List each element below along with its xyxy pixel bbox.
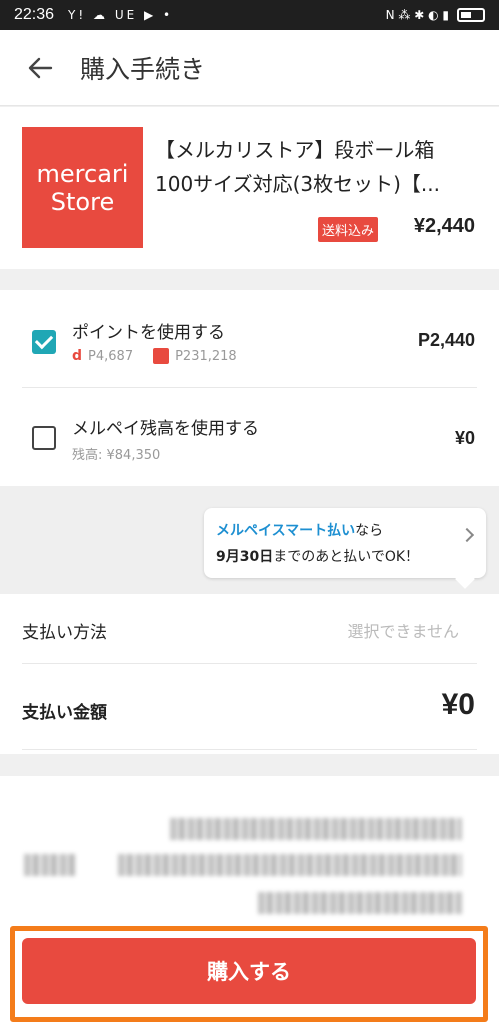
logo-text-1: mercari: [36, 159, 129, 188]
promo-line-1-rest: なら: [355, 523, 384, 539]
payment-total-value: ¥0: [441, 688, 475, 721]
status-indicators: N ⁂ ✱ ◐ ▮: [385, 8, 449, 22]
mercari-points-value: P231,218: [175, 348, 237, 364]
points-amount: P2,440: [417, 330, 475, 350]
payment-method-row[interactable]: 支払い方法 選択できません: [22, 594, 477, 664]
payment-method-value: 選択できません: [347, 622, 459, 641]
use-points-label: ポイントを使用する: [72, 323, 225, 343]
app-bar: 購入手続き: [0, 30, 499, 106]
status-bar: 22:36 Y! ☁ UE ▶ • N ⁂ ✱ ◐ ▮: [0, 0, 499, 30]
d-point-icon: d: [72, 348, 83, 364]
use-points-checkbox[interactable]: [32, 330, 56, 354]
mercari-store-logo: mercari Store: [22, 127, 143, 248]
status-time: 22:36: [14, 6, 55, 23]
promo-highlight: メルペイスマート払い: [216, 523, 356, 539]
promo-line-2-rest: までのあと払いでOK！: [273, 549, 420, 565]
logo-text-2: Store: [50, 187, 115, 216]
blurred-text-3: [118, 854, 462, 876]
promo-line-2: 9月30日までのあと払いでOK！: [216, 544, 486, 570]
d-points-value: P4,687: [88, 348, 134, 364]
use-balance-checkbox[interactable]: [32, 426, 56, 450]
blurred-text-2: [24, 854, 76, 876]
use-balance-option[interactable]: メルペイ残高を使用する 残高: ¥84,350 ¥0: [22, 390, 477, 486]
payment-total-label: 支払い金額: [22, 703, 107, 723]
item-price: ¥2,440: [413, 215, 475, 237]
smart-pay-promo[interactable]: メルペイスマート払いなら 9月30日までのあと払いでOK！: [204, 508, 486, 578]
balance-value: 残高: ¥84,350: [72, 448, 161, 463]
status-icons-right: N ⁂ ✱ ◐ ▮: [386, 8, 485, 22]
battery-icon: [457, 8, 485, 22]
arrow-left-icon: [28, 57, 53, 78]
balance-amount: ¥0: [454, 428, 475, 448]
mercari-point-icon: [153, 348, 170, 364]
footer: 購入する: [0, 924, 499, 1024]
promo-date: 9月30日: [216, 549, 274, 565]
use-balance-label: メルペイ残高を使用する: [72, 419, 259, 439]
page-title: 購入手続き: [80, 54, 206, 84]
blurred-text-1: [170, 818, 462, 840]
shipping-included-badge: 送料込み: [318, 217, 379, 242]
item-summary: mercari Store 【メルカリストア】段ボール箱 100サイズ対応(3枚…: [0, 107, 499, 269]
promo-area: メルペイスマート払いなら 9月30日までのあと払いでOK！: [0, 486, 499, 594]
shipping-address-blurred: [0, 776, 499, 924]
payment-summary: 支払い方法 選択できません 支払い金額 ¥0: [0, 594, 499, 754]
blurred-text-4: [258, 892, 462, 914]
payment-method-label: 支払い方法: [22, 623, 107, 643]
item-name: 【メルカリストア】段ボール箱 100サイズ対応(3枚セット)【...: [155, 138, 440, 196]
payment-options: ポイントを使用する d P4,687 P231,218 P2,440 メルペイ残…: [0, 290, 499, 486]
payment-total-row: 支払い金額 ¥0: [22, 664, 477, 750]
purchase-button[interactable]: 購入する: [22, 938, 476, 1004]
back-button[interactable]: [0, 30, 80, 106]
status-icons-left: Y! ☁ UE ▶ •: [68, 8, 174, 22]
points-breakdown: d P4,687 P231,218: [72, 348, 237, 364]
promo-line-1: メルペイスマート払いなら: [216, 518, 486, 544]
use-points-option[interactable]: ポイントを使用する d P4,687 P231,218 P2,440: [22, 308, 477, 388]
